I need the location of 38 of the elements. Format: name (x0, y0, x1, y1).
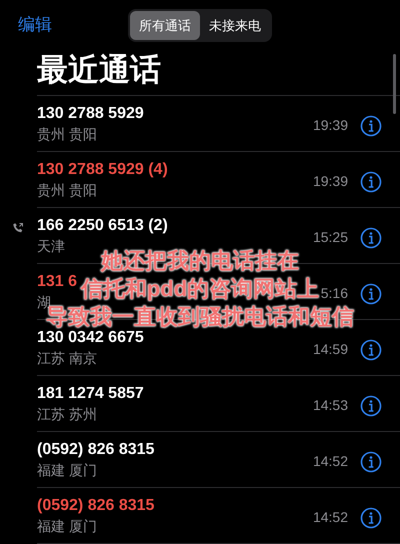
caller-location: 贵州 贵阳 (37, 180, 97, 200)
caller-location: 江苏 南京 (37, 348, 97, 368)
call-time: 14:53 (312, 396, 348, 415)
caption-text: 信托和pdd的咨询网站上 (80, 275, 320, 303)
caller-location: 江苏 苏州 (37, 404, 97, 424)
segment-tab[interactable]: 未接来电 (200, 10, 270, 40)
scroll-indicator (393, 54, 396, 114)
info-icon[interactable] (360, 170, 382, 192)
call-time: 19:39 (312, 116, 348, 135)
caption-text: 她还把我的电话挂在 (101, 247, 299, 275)
caller-location: 贵州 贵阳 (37, 124, 97, 144)
page-title: 最近通话 (37, 51, 161, 89)
phone-number: 131 6 (37, 272, 78, 292)
caller-location: 福建 厦门 (37, 460, 97, 480)
call-time: 15:25 (312, 228, 348, 247)
call-time: 14:52 (312, 508, 348, 527)
phone-number: (0592) 826 8315 (37, 440, 154, 460)
segment-tab[interactable]: 所有通话 (130, 10, 200, 40)
info-icon[interactable] (360, 114, 382, 136)
edit-button[interactable]: 编辑 (18, 12, 52, 38)
info-icon[interactable] (360, 338, 382, 360)
call-time: 5:16 (320, 284, 348, 303)
phone-number: 130 0342 6675 (37, 328, 144, 348)
caller-location: 天津 (37, 236, 65, 256)
info-icon[interactable] (360, 226, 382, 248)
phone-number: 130 2788 5929 (4) (37, 160, 168, 180)
info-icon[interactable] (360, 282, 382, 304)
phone-number: (0592) 826 8315 (37, 496, 154, 516)
phone-number: 181 1274 5857 (37, 384, 144, 404)
info-icon[interactable] (360, 394, 382, 416)
info-icon[interactable] (360, 506, 382, 528)
phone-number: 130 2788 5929 (37, 104, 144, 124)
caller-location: 福建 厦门 (37, 516, 97, 536)
phone-number: 166 2250 6513 (2) (37, 216, 168, 236)
call-time: 19:39 (312, 172, 348, 191)
info-icon[interactable] (360, 450, 382, 472)
call-time: 14:59 (312, 340, 348, 359)
call-time: 14:52 (312, 452, 348, 471)
